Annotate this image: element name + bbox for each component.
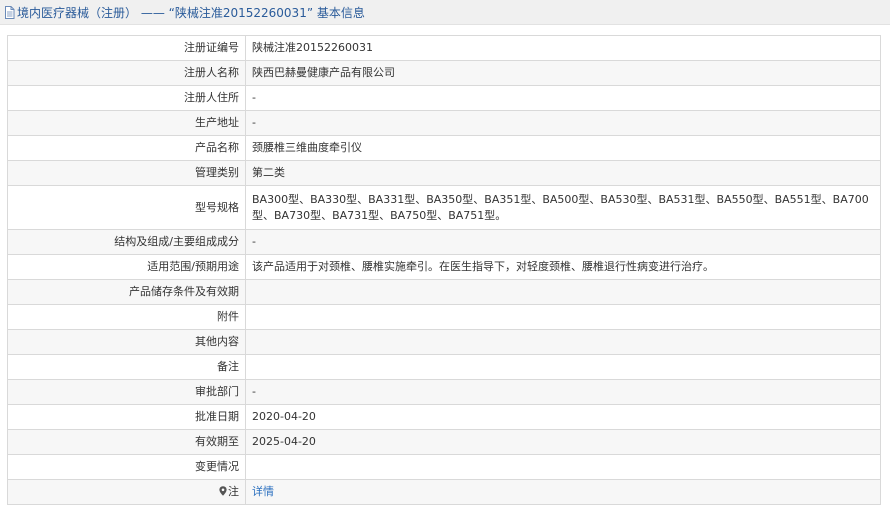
row-label: 批准日期 xyxy=(7,404,246,430)
row-value xyxy=(245,329,881,355)
page: 境内医疗器械（注册） —— “陕械注准20152260031” 基本信息 注册证… xyxy=(0,0,890,524)
row-label: 有效期至 xyxy=(7,429,246,455)
row-value xyxy=(245,354,881,380)
page-title: 境内医疗器械（注册） —— “陕械注准20152260031” 基本信息 xyxy=(17,5,365,20)
table-row: 结构及组成/主要组成成分 - xyxy=(7,229,881,255)
row-label: 结构及组成/主要组成成分 xyxy=(7,229,246,255)
detail-link[interactable]: 详情 xyxy=(252,485,274,498)
row-value: - xyxy=(245,229,881,255)
row-value xyxy=(245,454,881,480)
table-row: 型号规格 BA300型、BA330型、BA331型、BA350型、BA351型、… xyxy=(7,185,881,230)
note-value-cell: 详情 xyxy=(245,479,881,505)
info-table: 注册证编号 陕械注准20152260031 注册人名称 陕西巴赫曼健康产品有限公… xyxy=(7,35,881,505)
row-label: 产品名称 xyxy=(7,135,246,161)
row-label: 注册证编号 xyxy=(7,35,246,61)
document-icon xyxy=(4,5,15,19)
row-value: BA300型、BA330型、BA331型、BA350型、BA351型、BA500… xyxy=(245,185,881,230)
row-label: 生产地址 xyxy=(7,110,246,136)
row-value: 颈腰椎三维曲度牵引仪 xyxy=(245,135,881,161)
table-row: 有效期至 2025-04-20 xyxy=(7,429,881,455)
table-row: 生产地址 - xyxy=(7,110,881,136)
table-row: 管理类别 第二类 xyxy=(7,160,881,186)
table-row: 注册证编号 陕械注准20152260031 xyxy=(7,35,881,61)
row-value: 第二类 xyxy=(245,160,881,186)
row-label: 审批部门 xyxy=(7,379,246,405)
table-row: 注册人住所 - xyxy=(7,85,881,111)
table-row: 其他内容 xyxy=(7,329,881,355)
row-label: 注册人名称 xyxy=(7,60,246,86)
row-value: 该产品适用于对颈椎、腰椎实施牵引。在医生指导下，对轻度颈椎、腰椎退行性病变进行治… xyxy=(245,254,881,280)
note-label: 注 xyxy=(228,485,239,498)
row-label: 管理类别 xyxy=(7,160,246,186)
row-label: 备注 xyxy=(7,354,246,380)
table-row: 注册人名称 陕西巴赫曼健康产品有限公司 xyxy=(7,60,881,86)
table-row: 附件 xyxy=(7,304,881,330)
row-value xyxy=(245,304,881,330)
table-row: 变更情况 xyxy=(7,454,881,480)
row-label: 型号规格 xyxy=(7,185,246,230)
row-label: 其他内容 xyxy=(7,329,246,355)
row-label: 产品储存条件及有效期 xyxy=(7,279,246,305)
table-row: 适用范围/预期用途 该产品适用于对颈椎、腰椎实施牵引。在医生指导下，对轻度颈椎、… xyxy=(7,254,881,280)
note-row: 注 详情 xyxy=(7,479,881,505)
row-label: 注册人住所 xyxy=(7,85,246,111)
row-value xyxy=(245,279,881,305)
row-label: 变更情况 xyxy=(7,454,246,480)
row-value: - xyxy=(245,85,881,111)
table-row: 产品储存条件及有效期 xyxy=(7,279,881,305)
table-row: 备注 xyxy=(7,354,881,380)
note-label-cell: 注 xyxy=(7,479,246,505)
header-bar: 境内医疗器械（注册） —— “陕械注准20152260031” 基本信息 xyxy=(0,0,890,25)
row-value: 陕西巴赫曼健康产品有限公司 xyxy=(245,60,881,86)
table-row: 审批部门 - xyxy=(7,379,881,405)
row-value: - xyxy=(245,379,881,405)
row-value: 2025-04-20 xyxy=(245,429,881,455)
table-row: 产品名称 颈腰椎三维曲度牵引仪 xyxy=(7,135,881,161)
row-label: 附件 xyxy=(7,304,246,330)
location-pin-icon xyxy=(219,486,227,496)
table-row: 批准日期 2020-04-20 xyxy=(7,404,881,430)
row-value: 陕械注准20152260031 xyxy=(245,35,881,61)
row-value: - xyxy=(245,110,881,136)
row-value: 2020-04-20 xyxy=(245,404,881,430)
row-label: 适用范围/预期用途 xyxy=(7,254,246,280)
